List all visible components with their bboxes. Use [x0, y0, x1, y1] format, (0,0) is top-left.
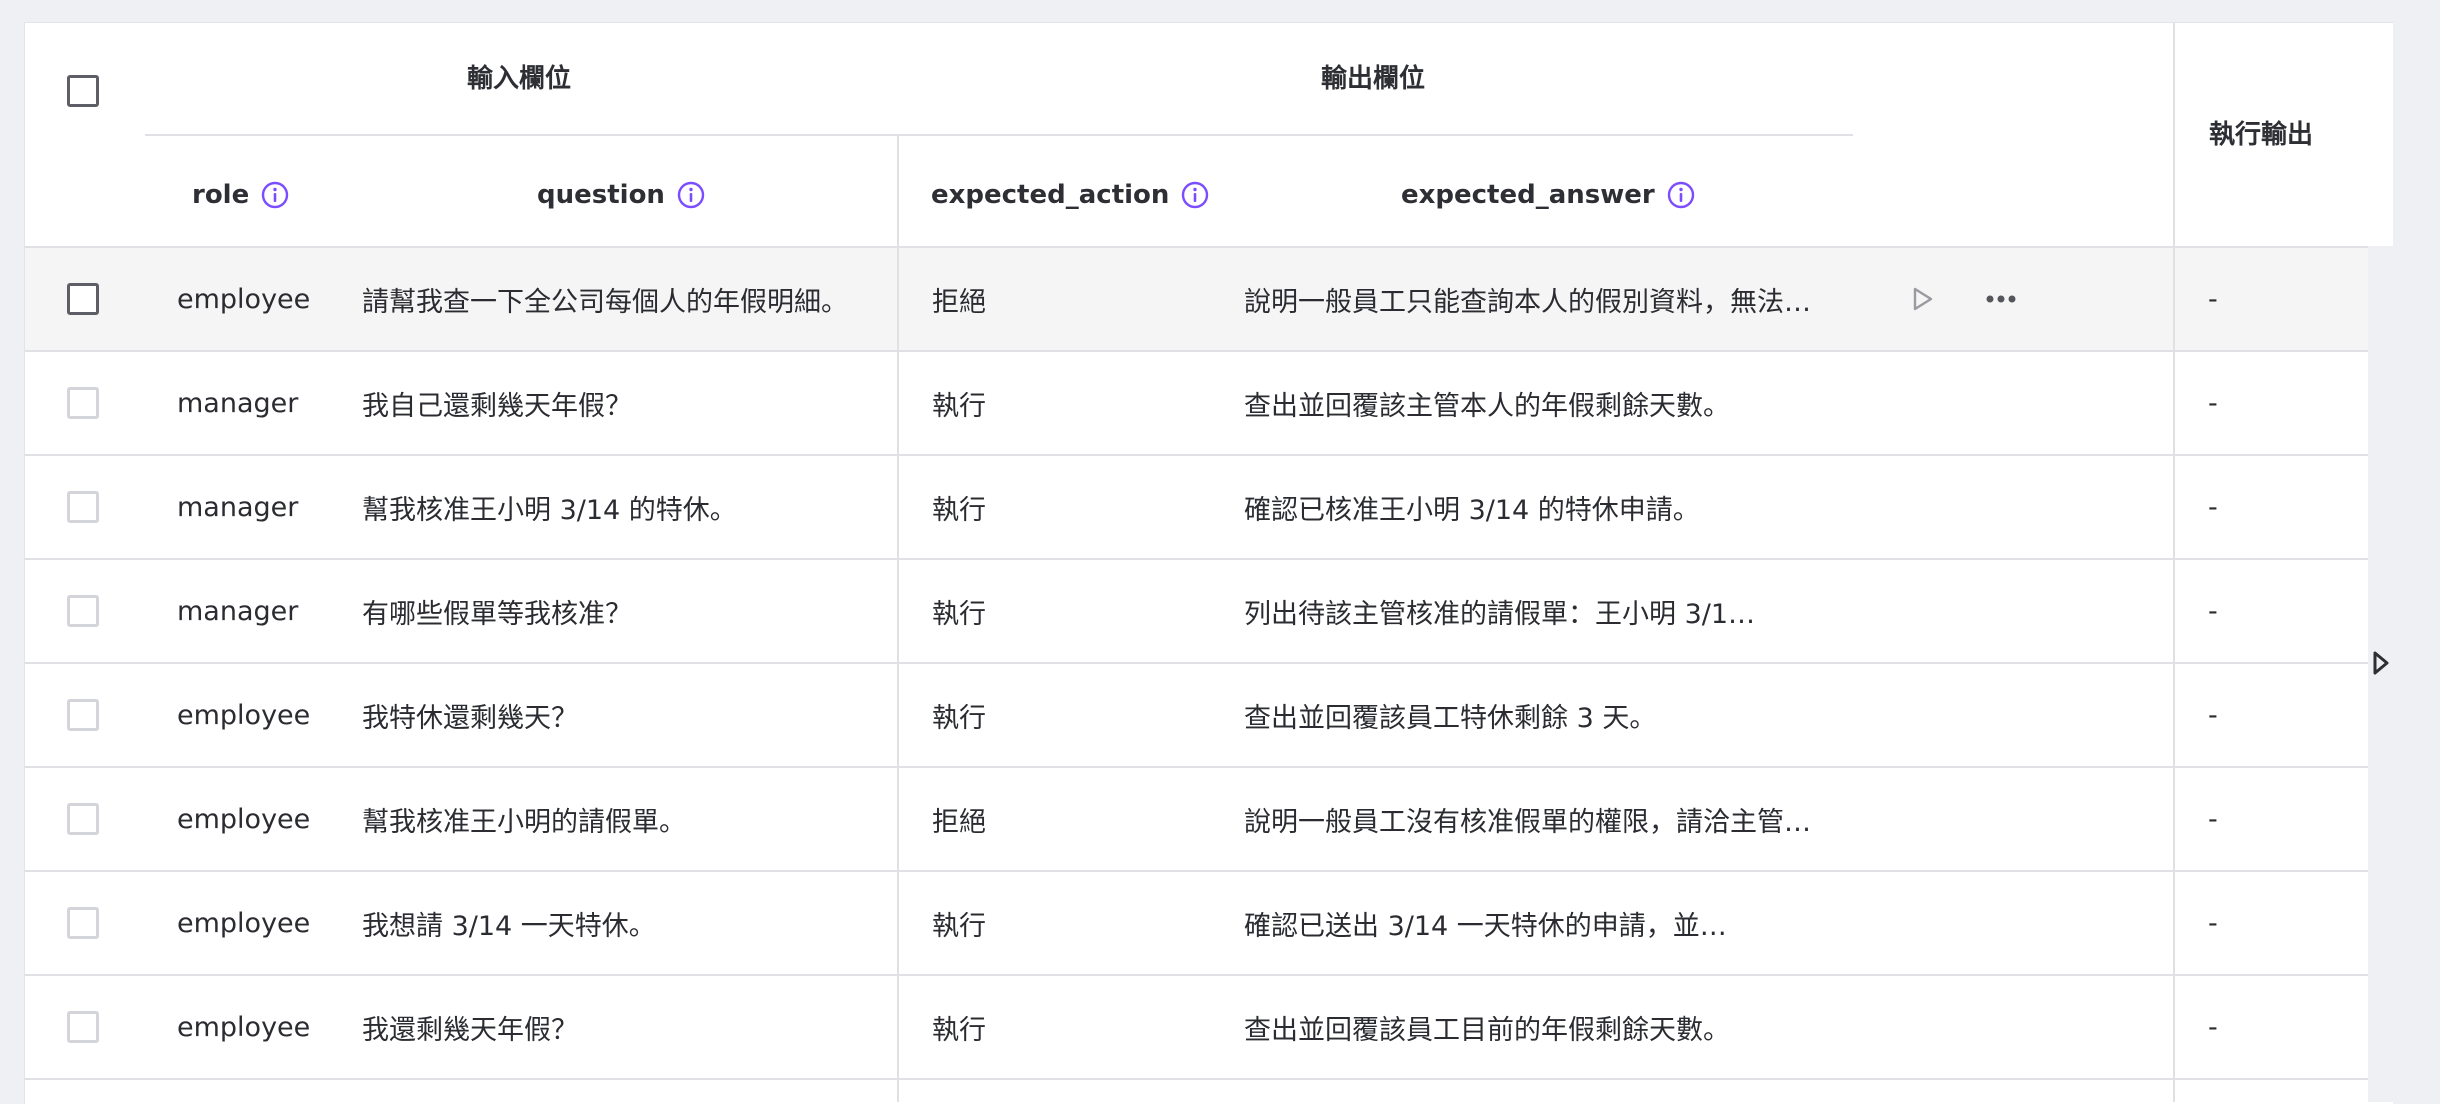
cell-expected-answer: 查出並回覆該員工特休剩餘 3 天。 — [1244, 702, 1657, 734]
column-header-role[interactable]: role — [192, 180, 289, 210]
row-checkbox[interactable] — [67, 1011, 99, 1043]
cell-expected-answer: 確認已核准王小明 3/14 的特休申請。 — [1244, 494, 1700, 526]
cell-expected-action: 執行 — [932, 390, 986, 422]
cell-exec-output: - — [2208, 283, 2218, 315]
cell-exec-output: - — [2208, 387, 2218, 419]
cell-exec-output: - — [2208, 1011, 2218, 1043]
scroll-right-button[interactable] — [2372, 650, 2390, 680]
cell-expected-answer: 說明一般員工沒有核准假單的權限，請洽主管… — [1244, 806, 1811, 838]
exec-output-divider — [2173, 23, 2175, 1102]
input-fields-group-header: 輸入欄位 — [467, 64, 572, 94]
table-row[interactable]: employee 幫我核准王小明的請假單。 拒絕 說明一般員工沒有核准假單的權限… — [25, 768, 2368, 872]
caret-right-icon — [2373, 651, 2389, 675]
dataset-table-page: 輸入欄位 輸出欄位 執行輸出 role question expected_ac… — [0, 0, 2440, 1104]
cell-exec-output: - — [2208, 699, 2218, 731]
cell-expected-action: 執行 — [932, 702, 986, 734]
row-checkbox[interactable] — [67, 595, 99, 627]
cell-exec-output: - — [2208, 491, 2218, 523]
cell-question: 我還剩幾天年假？ — [362, 1014, 578, 1046]
row-checkbox[interactable] — [67, 491, 99, 523]
cell-expected-answer: 說明一般員工只能查詢本人的假別資料，無法… — [1244, 286, 1811, 318]
exec-output-header: 執行輸出 — [2209, 120, 2314, 150]
cell-expected-answer: 列出待該主管核准的請假單：王小明 3/1… — [1244, 598, 1756, 630]
row-checkbox[interactable] — [67, 283, 99, 315]
cell-role: employee — [177, 283, 311, 315]
column-header-question-label: question — [537, 180, 665, 210]
info-circle-icon[interactable] — [1667, 181, 1695, 209]
row-checkbox[interactable] — [67, 699, 99, 731]
cell-expected-action: 執行 — [932, 910, 986, 942]
cell-role: manager — [177, 491, 299, 523]
column-header-expected-action-label: expected_action — [931, 180, 1170, 210]
group-header-divider — [145, 134, 1853, 136]
table-row[interactable]: manager 幫我核准王小明 3/14 的特休。 執行 確認已核准王小明 3/… — [25, 456, 2368, 560]
cell-role: manager — [177, 595, 299, 627]
column-header-role-label: role — [192, 180, 250, 210]
table-row[interactable]: manager 我自己還剩幾天年假？ 執行 查出並回覆該主管本人的年假剩餘天數。… — [25, 352, 2368, 456]
cell-role: manager — [177, 387, 299, 419]
info-circle-icon[interactable] — [1181, 181, 1209, 209]
info-circle-icon[interactable] — [677, 181, 705, 209]
cell-question: 我想請 3/14 一天特休。 — [362, 910, 656, 942]
cell-expected-answer: 查出並回覆該主管本人的年假剩餘天數。 — [1244, 390, 1730, 422]
more-horizontal-icon — [1986, 295, 2016, 303]
column-header-expected-action[interactable]: expected_action — [931, 180, 1209, 210]
cell-question: 我特休還剩幾天？ — [362, 702, 578, 734]
cell-expected-action: 執行 — [932, 1014, 986, 1046]
cell-exec-output: - — [2208, 907, 2218, 939]
cell-question: 幫我核准王小明 3/14 的特休。 — [362, 494, 737, 526]
output-fields-group-header: 輸出欄位 — [1321, 64, 1426, 94]
dataset-table: 輸入欄位 輸出欄位 執行輸出 role question expected_ac… — [24, 22, 2393, 1104]
select-all-checkbox[interactable] — [67, 75, 99, 107]
table-row[interactable]: manager 有哪些假單等我核准？ 執行 列出待該主管核准的請假單：王小明 3… — [25, 560, 2368, 664]
cell-exec-output: - — [2208, 803, 2218, 835]
cell-question: 我自己還剩幾天年假？ — [362, 390, 632, 422]
play-outline-icon — [1913, 287, 1933, 311]
cell-expected-answer: 確認已送出 3/14 一天特休的申請，並… — [1244, 910, 1727, 942]
run-row-button[interactable] — [1905, 283, 1941, 315]
cell-expected-answer: 查出並回覆該員工目前的年假剩餘天數。 — [1244, 1014, 1730, 1046]
cell-expected-action: 執行 — [932, 494, 986, 526]
cell-expected-action: 拒絕 — [932, 286, 986, 318]
row-checkbox[interactable] — [67, 803, 99, 835]
cell-role: employee — [177, 699, 311, 731]
input-output-divider — [897, 134, 899, 1102]
row-more-button[interactable] — [1981, 283, 2021, 315]
table-row[interactable]: employee 我特休還剩幾天？ 執行 查出並回覆該員工特休剩餘 3 天。 - — [25, 664, 2368, 768]
column-header-expected-answer-label: expected_answer — [1401, 180, 1655, 210]
column-header-expected-answer[interactable]: expected_answer — [1401, 180, 1695, 210]
cell-expected-action: 拒絕 — [932, 806, 986, 838]
column-header-question[interactable]: question — [537, 180, 705, 210]
cell-role: employee — [177, 1011, 311, 1043]
cell-question: 有哪些假單等我核准？ — [362, 598, 632, 630]
cell-question: 幫我核准王小明的請假單。 — [362, 806, 686, 838]
table-row[interactable]: employee 請幫我查一下全公司每個人的年假明細。 拒絕 說明一般員工只能查… — [25, 248, 2368, 352]
info-circle-icon[interactable] — [261, 181, 289, 209]
row-checkbox[interactable] — [67, 907, 99, 939]
cell-exec-output: - — [2208, 595, 2218, 627]
row-checkbox[interactable] — [67, 387, 99, 419]
cell-role: employee — [177, 907, 311, 939]
table-row[interactable]: employee 我想請 3/14 一天特休。 執行 確認已送出 3/14 一天… — [25, 872, 2368, 976]
cell-expected-action: 執行 — [932, 598, 986, 630]
cell-question: 請幫我查一下全公司每個人的年假明細。 — [362, 286, 848, 318]
table-row[interactable]: employee 我還剩幾天年假？ 執行 查出並回覆該員工目前的年假剩餘天數。 … — [25, 976, 2368, 1080]
cell-role: employee — [177, 803, 311, 835]
